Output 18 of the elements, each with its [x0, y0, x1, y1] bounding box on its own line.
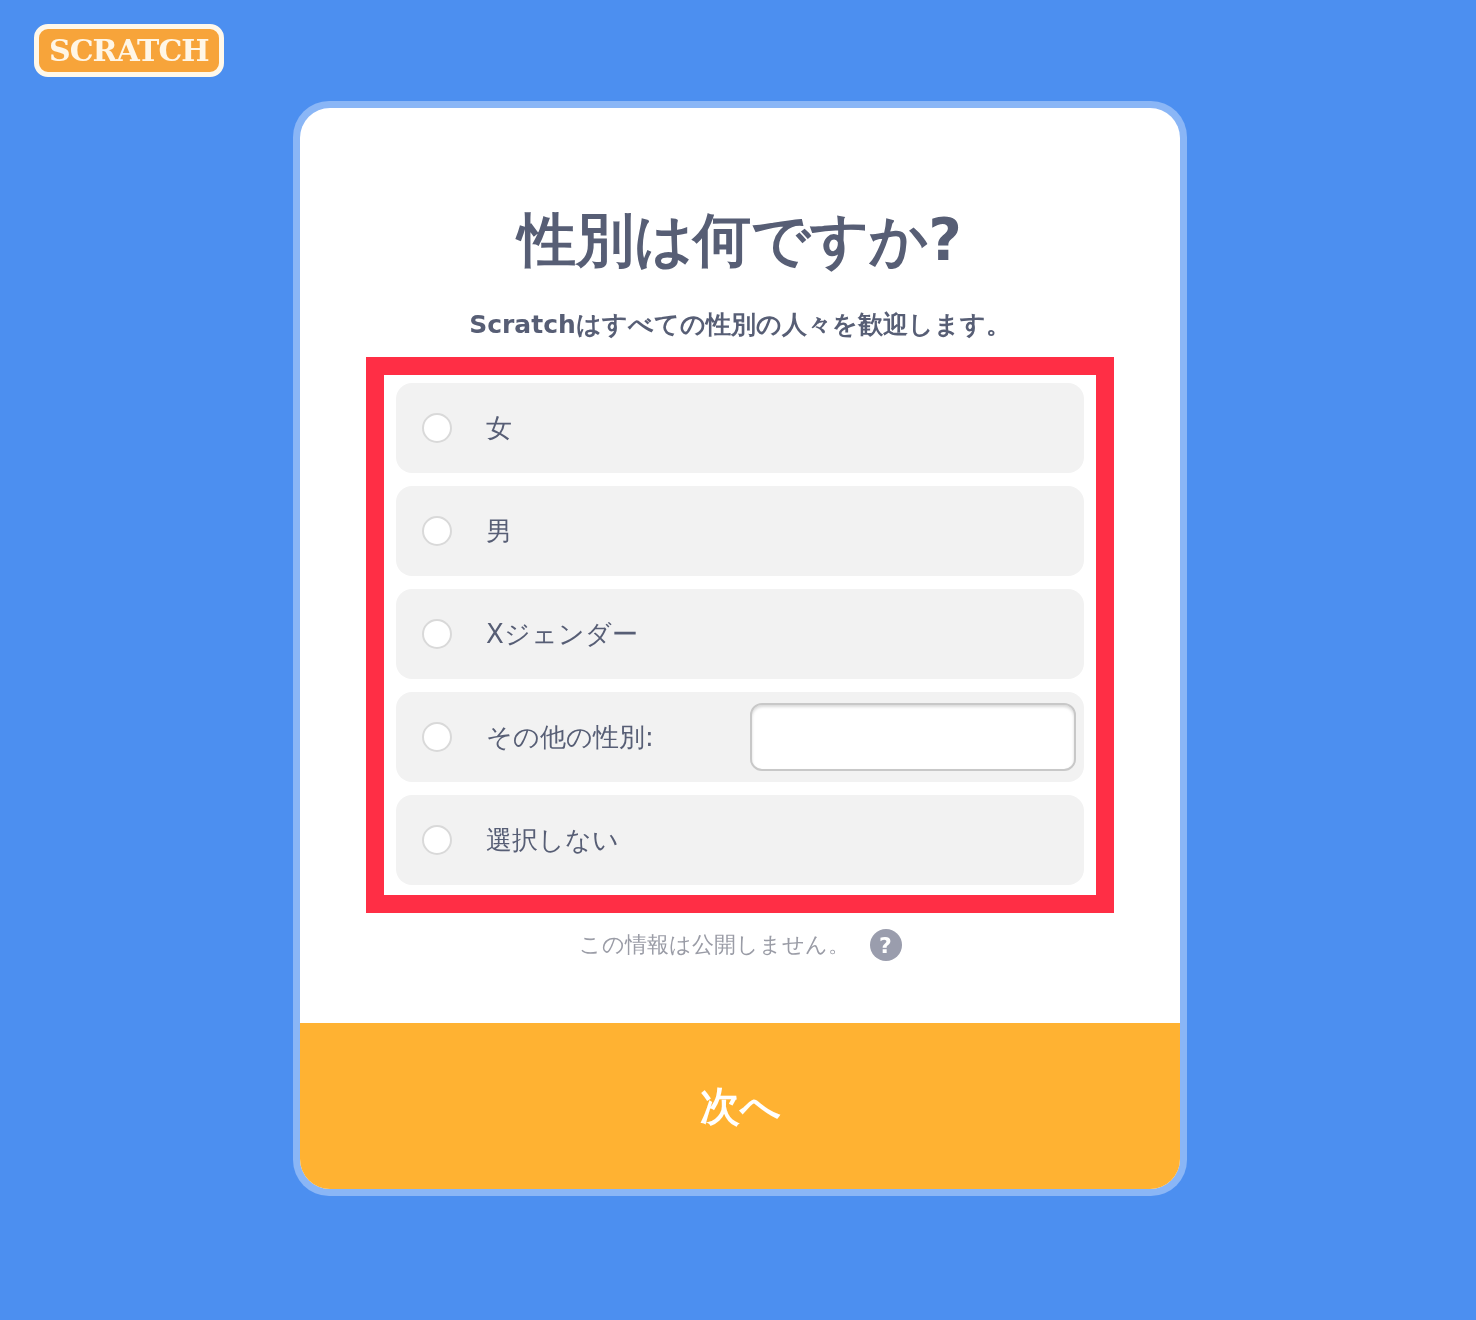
radio-button[interactable] — [422, 825, 452, 855]
gender-option[interactable]: 男 — [396, 486, 1084, 576]
option-label: Xジェンダー — [486, 617, 638, 651]
gender-option[interactable]: 選択しない — [396, 795, 1084, 885]
radio-button[interactable] — [422, 516, 452, 546]
option-label: 男 — [486, 514, 512, 548]
privacy-note: この情報は公開しません。 — [578, 931, 850, 959]
radio-button[interactable] — [422, 413, 452, 443]
subtitle-text: Scratchはすべての性別の人々を歓迎します。 — [469, 309, 1011, 341]
gender-option[interactable]: その他の性別: — [396, 692, 1084, 782]
gender-option[interactable]: 女 — [396, 383, 1084, 473]
gender-option[interactable]: Xジェンダー — [396, 589, 1084, 679]
radio-button[interactable] — [422, 722, 452, 752]
option-label: その他の性別: — [486, 720, 654, 754]
radio-button[interactable] — [422, 619, 452, 649]
option-label: 女 — [486, 411, 512, 445]
input-field[interactable] — [750, 703, 1076, 771]
option-label: 選択しない — [486, 823, 619, 857]
